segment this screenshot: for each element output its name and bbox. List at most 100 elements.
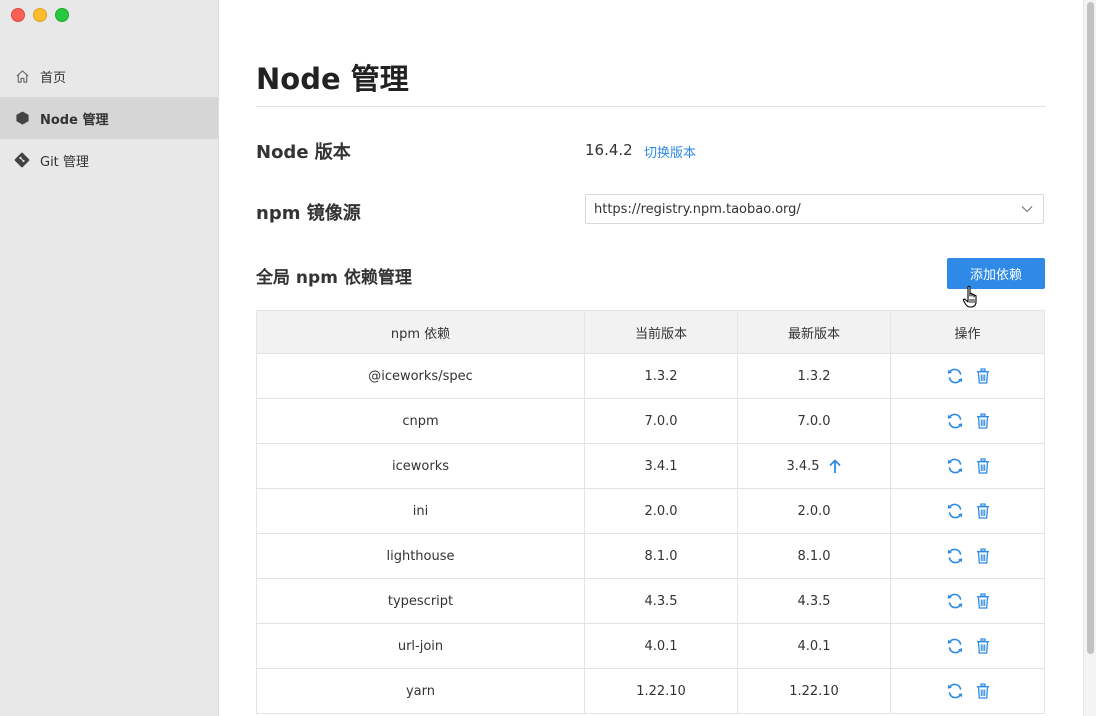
latest-version: 8.1.0 (797, 548, 831, 564)
table-row: typescript 4.3.5 4.3.5 (257, 579, 1045, 624)
current-version: 8.1.0 (585, 534, 738, 579)
npm-registry-value: https://registry.npm.taobao.org/ (594, 201, 801, 217)
zoom-window-button[interactable] (55, 8, 69, 22)
sidebar: 首页 Node 管理 Git 管理 (0, 0, 219, 716)
home-icon (14, 68, 30, 84)
latest-version-cell: 1.22.10 (738, 669, 891, 714)
upgrade-arrow-icon[interactable] (828, 458, 842, 474)
hand-cursor-icon (962, 285, 982, 309)
sidebar-nav: 首页 Node 管理 Git 管理 (0, 55, 218, 181)
npm-registry-label: npm 镜像源 (256, 203, 361, 224)
actions-cell (891, 579, 1045, 624)
window-controls (11, 8, 69, 22)
latest-version: 4.0.1 (797, 638, 831, 654)
column-header-latest: 最新版本 (738, 311, 891, 354)
dependency-name: @iceworks/spec (257, 354, 585, 399)
table-row: url-join 4.0.1 4.0.1 (257, 624, 1045, 669)
current-version: 3.4.1 (585, 444, 738, 489)
actions-cell (891, 444, 1045, 489)
actions-cell (891, 354, 1045, 399)
refresh-icon[interactable] (946, 682, 964, 700)
latest-version: 1.3.2 (797, 368, 831, 384)
current-version: 4.3.5 (585, 579, 738, 624)
latest-version-cell: 4.0.1 (738, 624, 891, 669)
dependency-name: cnpm (257, 399, 585, 444)
sidebar-item-label: 首页 (40, 70, 67, 86)
sidebar-item-home[interactable]: 首页 (0, 55, 218, 97)
table-body: @iceworks/spec 1.3.2 1.3.2 cnpm 7.0.0 7.0.0 ic… (257, 354, 1045, 714)
sidebar-item-label: Node 管理 (40, 112, 109, 128)
table-row: @iceworks/spec 1.3.2 1.3.2 (257, 354, 1045, 399)
latest-version: 4.3.5 (797, 593, 831, 609)
title-divider (256, 106, 1046, 107)
latest-version-cell: 3.4.5 (738, 444, 891, 489)
switch-version-link[interactable]: 切换版本 (644, 142, 696, 161)
current-version: 2.0.0 (585, 489, 738, 534)
column-header-name: npm 依赖 (257, 311, 585, 354)
dependency-name: typescript (257, 579, 585, 624)
latest-version: 3.4.5 (786, 458, 820, 474)
chevron-down-icon (1021, 202, 1033, 217)
latest-version-cell: 2.0.0 (738, 489, 891, 534)
latest-version-cell: 4.3.5 (738, 579, 891, 624)
node-icon (14, 110, 30, 126)
dependency-name: lighthouse (257, 534, 585, 579)
actions-cell (891, 669, 1045, 714)
vertical-scrollbar[interactable] (1083, 0, 1096, 716)
column-header-current: 当前版本 (585, 311, 738, 354)
dependencies-table: npm 依赖 当前版本 最新版本 操作 @iceworks/spec 1.3.2 1… (256, 310, 1045, 714)
page-title: Node 管理 (256, 62, 409, 96)
current-version: 7.0.0 (585, 399, 738, 444)
deps-section-title: 全局 npm 依赖管理 (256, 268, 412, 288)
refresh-icon[interactable] (946, 412, 964, 430)
actions-cell (891, 624, 1045, 669)
latest-version-cell: 8.1.0 (738, 534, 891, 579)
refresh-icon[interactable] (946, 457, 964, 475)
current-version: 4.0.1 (585, 624, 738, 669)
delete-icon[interactable] (976, 458, 990, 474)
sidebar-item-node[interactable]: Node 管理 (0, 97, 218, 139)
table-row: lighthouse 8.1.0 8.1.0 (257, 534, 1045, 579)
close-window-button[interactable] (11, 8, 25, 22)
table-row: cnpm 7.0.0 7.0.0 (257, 399, 1045, 444)
table-row: yarn 1.22.10 1.22.10 (257, 669, 1045, 714)
minimize-window-button[interactable] (33, 8, 47, 22)
refresh-icon[interactable] (946, 592, 964, 610)
refresh-icon[interactable] (946, 547, 964, 565)
current-version: 1.22.10 (585, 669, 738, 714)
dependency-name: ini (257, 489, 585, 534)
latest-version: 1.22.10 (789, 683, 839, 699)
current-version: 1.3.2 (585, 354, 738, 399)
scrollbar-thumb[interactable] (1087, 2, 1094, 654)
delete-icon[interactable] (976, 368, 990, 384)
table-row: ini 2.0.0 2.0.0 (257, 489, 1045, 534)
delete-icon[interactable] (976, 503, 990, 519)
refresh-icon[interactable] (946, 367, 964, 385)
actions-cell (891, 489, 1045, 534)
latest-version-cell: 1.3.2 (738, 354, 891, 399)
refresh-icon[interactable] (946, 637, 964, 655)
sidebar-item-git[interactable]: Git 管理 (0, 139, 218, 181)
node-version-label: Node 版本 (256, 142, 351, 163)
sidebar-item-label: Git 管理 (40, 154, 89, 170)
latest-version-cell: 7.0.0 (738, 399, 891, 444)
dependency-name: yarn (257, 669, 585, 714)
latest-version: 7.0.0 (797, 413, 831, 429)
actions-cell (891, 534, 1045, 579)
delete-icon[interactable] (976, 548, 990, 564)
table-header-row: npm 依赖 当前版本 最新版本 操作 (257, 311, 1045, 354)
dependency-name: iceworks (257, 444, 585, 489)
delete-icon[interactable] (976, 413, 990, 429)
actions-cell (891, 399, 1045, 444)
latest-version: 2.0.0 (797, 503, 831, 519)
dependency-name: url-join (257, 624, 585, 669)
git-icon (14, 152, 30, 168)
delete-icon[interactable] (976, 638, 990, 654)
delete-icon[interactable] (976, 593, 990, 609)
npm-registry-select[interactable]: https://registry.npm.taobao.org/ (585, 194, 1044, 224)
node-version-value: 16.4.2 (585, 141, 633, 159)
refresh-icon[interactable] (946, 502, 964, 520)
table-row: iceworks 3.4.1 3.4.5 (257, 444, 1045, 489)
column-header-actions: 操作 (891, 311, 1045, 354)
delete-icon[interactable] (976, 683, 990, 699)
